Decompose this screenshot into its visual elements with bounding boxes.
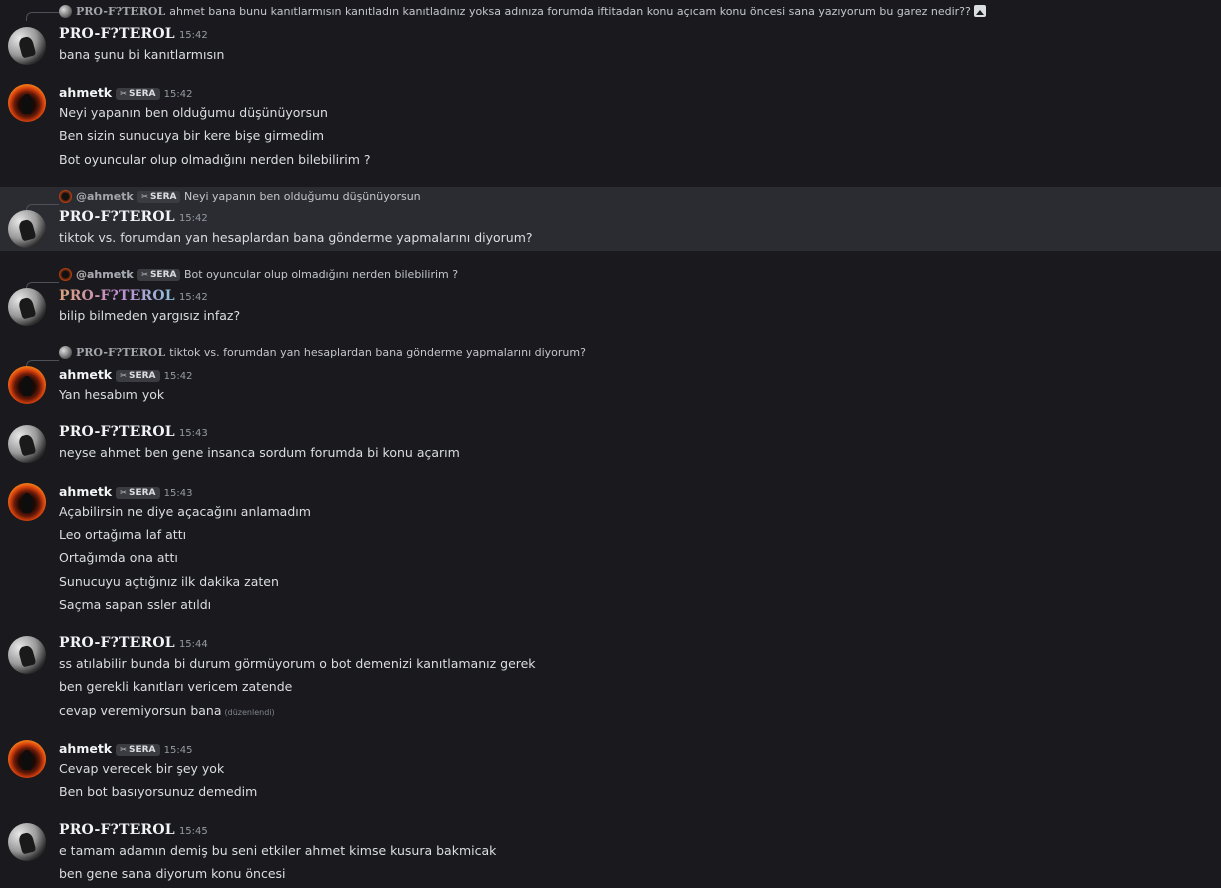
timestamp: 15:42 — [178, 213, 208, 224]
author-name[interactable]: ahmetk — [59, 367, 112, 382]
timestamp: 15:43 — [163, 488, 193, 499]
timestamp: 15:45 — [178, 826, 208, 837]
author-name[interactable]: PRO-F?TEROL — [59, 288, 175, 304]
timestamp: 15:45 — [163, 745, 193, 756]
message-line: ben gene sana diyorum konu öncesi — [59, 866, 286, 881]
avatar[interactable] — [8, 288, 46, 326]
reply-text: Bot oyuncular olup olmadığını nerden bil… — [183, 268, 459, 281]
reply-avatar — [59, 5, 72, 18]
message-line: cevap veremiyorsun bana — [59, 703, 222, 718]
reply-connector — [26, 12, 59, 21]
reply-preview[interactable]: @ahmetk ✂ SERA Bot oyuncular olup olmadığ… — [59, 268, 458, 281]
message-line: bilip bilmeden yargısız infaz? — [59, 308, 241, 323]
message-line: Ortağımda ona attı — [59, 550, 178, 565]
reply-author: PRO-F?TEROL — [76, 346, 166, 359]
reply-mention[interactable]: @ahmetk — [76, 190, 134, 203]
server-tag: ✂ SERA — [137, 269, 181, 281]
scissors-icon: ✂ — [120, 745, 127, 754]
avatar[interactable] — [8, 823, 46, 861]
author-name[interactable]: ahmetk — [59, 741, 112, 756]
message-line: Saçma sapan ssler atıldı — [59, 597, 212, 612]
server-tag[interactable]: ✂ SERA — [116, 88, 160, 100]
reply-preview[interactable]: PRO-F?TEROL tiktok vs. forumdan yan hesap… — [59, 346, 586, 359]
author-name[interactable]: PRO-F?TEROL — [59, 209, 175, 225]
reply-mention[interactable]: @ahmetk — [76, 268, 134, 281]
edited-label: (düzenlendi) — [224, 708, 275, 717]
message-line: Açabilirsin ne diye açacağını anlamadım — [59, 504, 311, 519]
avatar[interactable] — [8, 636, 46, 674]
message-line: Sunucuyu açtığınız ilk dakika zaten — [59, 574, 279, 589]
avatar[interactable] — [8, 84, 46, 122]
server-tag: ✂ SERA — [137, 191, 181, 203]
author-name[interactable]: ahmetk — [59, 484, 112, 499]
author-name[interactable]: ahmetk — [59, 85, 112, 100]
timestamp: 15:42 — [163, 371, 193, 382]
message-line: e tamam adamın demiş bu seni etkiler ahm… — [59, 843, 497, 858]
image-icon — [973, 5, 986, 17]
avatar[interactable] — [8, 27, 46, 65]
message-line: Neyi yapanın ben olduğumu düşünüyorsun — [59, 105, 328, 120]
reply-avatar — [59, 268, 72, 281]
reply-avatar — [59, 346, 72, 359]
message-line: tiktok vs. forumdan yan hesaplardan bana… — [59, 230, 533, 245]
avatar[interactable] — [8, 425, 46, 463]
message-line: Ben sizin sunucuya bir kere bişe girmedi… — [59, 128, 325, 143]
message-line: Bot oyuncular olup olmadığını nerden bil… — [59, 152, 371, 167]
message-line: ss atılabilir bunda bi durum görmüyorum … — [59, 656, 536, 671]
message-line: Yan hesabım yok — [59, 387, 165, 402]
scissors-icon: ✂ — [120, 371, 127, 380]
author-name[interactable]: PRO-F?TEROL — [59, 635, 175, 651]
timestamp: 15:44 — [178, 639, 208, 650]
scissors-icon: ✂ — [120, 89, 127, 98]
reply-avatar — [59, 190, 72, 203]
reply-preview[interactable]: @ahmetk ✂ SERA Neyi yapanın ben olduğumu … — [59, 190, 421, 203]
server-tag[interactable]: ✂ SERA — [116, 370, 160, 382]
reply-text: Neyi yapanın ben olduğumu düşünüyorsun — [183, 190, 421, 203]
timestamp: 15:43 — [178, 428, 208, 439]
message-line: Leo ortağıma laf attı — [59, 527, 187, 542]
reply-author: PRO-F?TEROL — [76, 5, 166, 18]
timestamp: 15:42 — [163, 89, 193, 100]
avatar[interactable] — [8, 740, 46, 778]
author-name[interactable]: PRO-F?TEROL — [59, 26, 175, 42]
scissors-icon: ✂ — [120, 488, 127, 497]
message-line: neyse ahmet ben gene insanca sordum foru… — [59, 445, 460, 460]
reply-text: tiktok vs. forumdan yan hesaplardan bana… — [169, 346, 586, 359]
message-line: bana şunu bi kanıtlarmısın — [59, 47, 225, 62]
server-tag[interactable]: ✂ SERA — [116, 487, 160, 499]
server-tag[interactable]: ✂ SERA — [116, 744, 160, 756]
author-name[interactable]: PRO-F?TEROL — [59, 424, 175, 440]
reply-preview[interactable]: PRO-F?TEROL ahmet bana bunu kanıtlarmısın… — [59, 5, 986, 18]
message-line: ben gerekli kanıtları vericem zatende — [59, 679, 293, 694]
message-line: Cevap verecek bir şey yok — [59, 761, 225, 776]
timestamp: 15:42 — [178, 292, 208, 303]
timestamp: 15:42 — [178, 30, 208, 41]
avatar[interactable] — [8, 210, 46, 248]
avatar[interactable] — [8, 366, 46, 404]
author-name[interactable]: PRO-F?TEROL — [59, 822, 175, 838]
message-line: Ben bot basıyorsunuz demedim — [59, 784, 258, 799]
avatar[interactable] — [8, 483, 46, 521]
reply-text: ahmet bana bunu kanıtlarmısın kanıtladın… — [169, 5, 971, 18]
